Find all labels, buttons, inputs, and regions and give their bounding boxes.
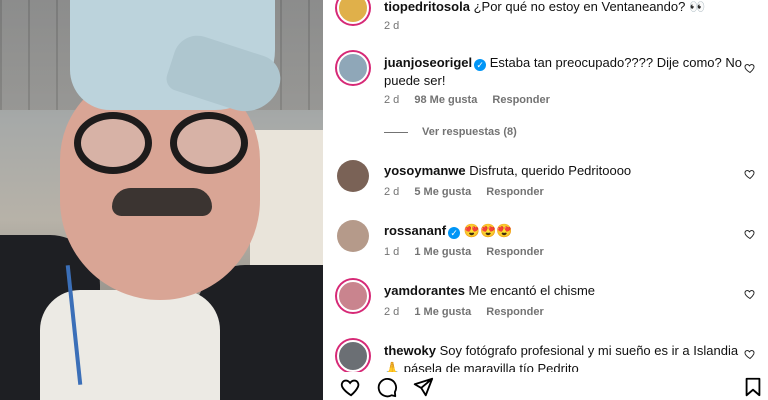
comment-body: Disfruta, querido Pedritoooo <box>469 163 632 178</box>
send-icon[interactable] <box>411 376 435 398</box>
comment-text: yosoymanwe Disfruta, querido Pedritoooo <box>384 162 744 180</box>
verified-badge-icon: ✓ <box>474 59 487 71</box>
background-window <box>250 130 323 270</box>
comment-likes[interactable]: 98 Me gusta <box>414 94 477 106</box>
comment-time: 1 d <box>384 246 400 258</box>
post-action-bar <box>323 372 768 400</box>
comments-panel[interactable]: tiopedritosola ¿Por qué no estoy en Vent… <box>323 0 768 400</box>
comment-likes[interactable]: 1 Me gusta <box>414 246 471 258</box>
comment-meta: 2 d 98 Me gusta Responder <box>384 94 562 106</box>
mustache <box>112 188 212 216</box>
view-replies-button[interactable]: Ver respuestas (8) <box>384 126 517 138</box>
avatar[interactable] <box>337 220 369 252</box>
comment-item: juanjoseorigel ✓ Estaba tan preocupado???… <box>323 48 768 128</box>
reply-button[interactable]: Responder <box>492 94 549 106</box>
comment-text: yamdorantes Me encantó el chisme <box>384 282 744 300</box>
view-replies-label: Ver respuestas (8) <box>422 126 517 138</box>
comment-meta: 2 d 1 Me gusta Responder <box>384 306 556 318</box>
comment-body: Me encantó el chisme <box>468 283 595 298</box>
verified-badge-icon: ✓ <box>448 227 461 239</box>
comment-time: 2 d <box>384 306 400 318</box>
comment-username[interactable]: tiopedritosola <box>384 0 470 14</box>
comment-time: 2 d <box>384 20 400 32</box>
comment-likes[interactable]: 5 Me gusta <box>414 186 471 198</box>
comment-username[interactable]: yosoymanwe <box>384 163 466 178</box>
comment-text: rossananf ✓ 😍😍😍 <box>384 222 744 240</box>
reply-button[interactable]: Responder <box>486 306 543 318</box>
comment-username[interactable]: rossananf <box>384 223 446 238</box>
heart-icon[interactable] <box>744 168 756 180</box>
replies-divider <box>384 131 408 133</box>
reply-button[interactable]: Responder <box>486 246 543 258</box>
comment-item: thewoky Soy fotógrafo profesional y mi s… <box>323 336 768 376</box>
bookmark-icon[interactable] <box>741 376 765 398</box>
comment-username[interactable]: juanjoseorigel <box>384 55 472 70</box>
comment-item: tiopedritosola ¿Por qué no estoy en Vent… <box>323 0 768 40</box>
comment-meta: 2 d 5 Me gusta Responder <box>384 186 556 198</box>
heart-icon[interactable] <box>744 348 756 360</box>
glasses-left-lens <box>74 112 152 174</box>
shirt <box>40 290 220 400</box>
heart-icon[interactable] <box>744 288 756 300</box>
comment-item: yosoymanwe Disfruta, querido Pedritoooo … <box>323 156 768 206</box>
comment-likes[interactable]: 1 Me gusta <box>414 306 471 318</box>
comment-body: 😍😍😍 <box>463 223 513 238</box>
comment-meta: 2 d <box>384 20 411 32</box>
comment-item: yamdorantes Me encantó el chisme 2 d 1 M… <box>323 276 768 326</box>
avatar[interactable] <box>337 280 369 312</box>
comment-username[interactable]: yamdorantes <box>384 283 465 298</box>
comment-meta: 1 d 1 Me gusta Responder <box>384 246 556 258</box>
avatar[interactable] <box>337 340 369 372</box>
comment-text: tiopedritosola ¿Por qué no estoy en Vent… <box>384 0 744 16</box>
post-media[interactable] <box>0 0 323 400</box>
avatar[interactable] <box>337 160 369 192</box>
heart-icon[interactable] <box>339 376 363 398</box>
heart-icon[interactable] <box>744 228 756 240</box>
glasses-right-lens <box>170 112 248 174</box>
avatar[interactable] <box>337 0 369 24</box>
reply-button[interactable]: Responder <box>486 186 543 198</box>
comment-body: ¿Por qué no estoy en Ventaneando? 👀 <box>473 0 706 14</box>
comment-item: rossananf ✓ 😍😍😍 1 d 1 Me gusta Responder <box>323 216 768 266</box>
heart-icon[interactable] <box>744 62 756 74</box>
comment-time: 2 d <box>384 94 400 106</box>
comment-time: 2 d <box>384 186 400 198</box>
comment-text: juanjoseorigel ✓ Estaba tan preocupado???… <box>384 54 744 90</box>
avatar[interactable] <box>337 52 369 84</box>
comment-username[interactable]: thewoky <box>384 343 436 358</box>
comment-icon[interactable] <box>375 376 399 398</box>
